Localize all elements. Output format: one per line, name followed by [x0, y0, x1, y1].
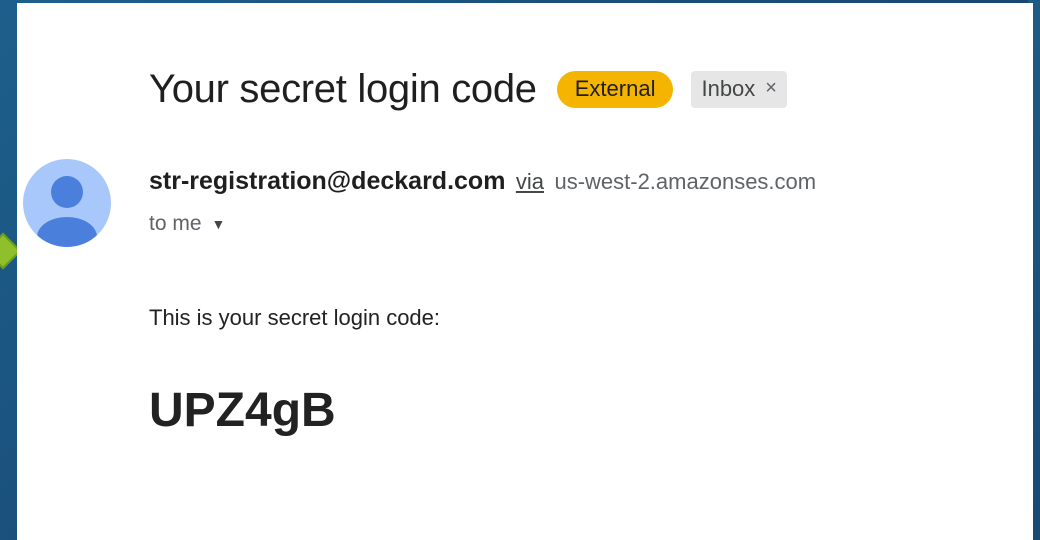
caret-down-icon[interactable]: ▼: [212, 216, 226, 232]
recipient-text: to me: [149, 212, 202, 235]
login-code: UPZ4gB: [149, 384, 336, 437]
email-panel: Your secret login code External Inbox × …: [17, 3, 1033, 540]
via-link[interactable]: via: [516, 169, 544, 194]
inbox-label-text: Inbox: [701, 75, 756, 101]
via-domain: us-west-2.amazonses.com: [554, 169, 817, 194]
email-body-intro: This is your secret login code:: [149, 305, 441, 330]
sender-row: str-registration@deckard.com via us-west…: [149, 167, 816, 196]
inbox-label-chip[interactable]: Inbox ×: [691, 70, 787, 108]
recipient-row[interactable]: to me ▼: [149, 212, 225, 236]
person-icon: [37, 176, 97, 247]
avatar[interactable]: [23, 159, 111, 247]
close-icon[interactable]: ×: [765, 77, 777, 100]
subject-row: Your secret login code External Inbox ×: [149, 61, 787, 117]
sender-email[interactable]: str-registration@deckard.com: [149, 167, 505, 195]
email-subject: Your secret login code: [149, 66, 537, 111]
external-label-badge: External: [556, 70, 674, 108]
